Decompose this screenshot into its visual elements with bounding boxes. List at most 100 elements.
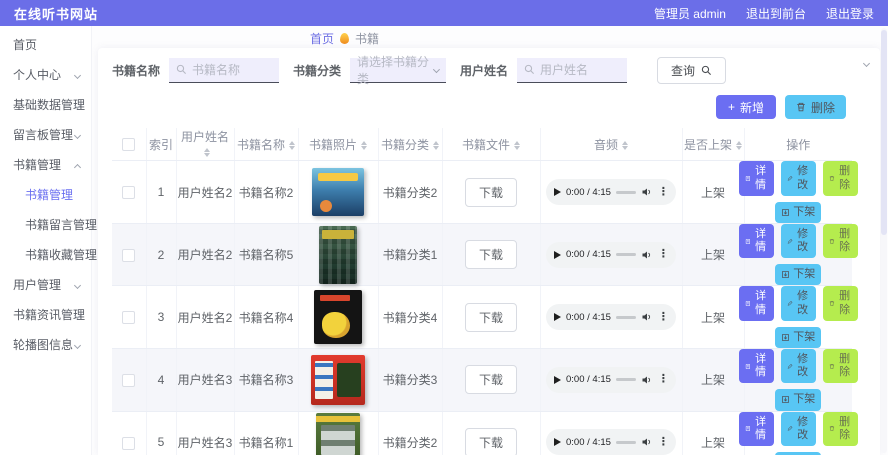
detail-button[interactable]: 详情: [738, 286, 774, 321]
sidebar-subitem[interactable]: 书籍收藏管理: [0, 240, 97, 270]
play-icon[interactable]: [554, 375, 561, 384]
download-button[interactable]: 下载: [464, 240, 517, 270]
column-header-file[interactable]: 书籍文件: [442, 128, 541, 162]
trash-icon: [829, 238, 834, 244]
column-header-user[interactable]: 用户姓名: [176, 128, 235, 162]
audio-menu-icon[interactable]: ⋮: [658, 374, 669, 385]
add-button[interactable]: + 新增: [715, 95, 776, 119]
download-button[interactable]: 下载: [464, 177, 517, 207]
row-checkbox[interactable]: [122, 436, 136, 450]
breadcrumb-home[interactable]: 首页: [310, 30, 334, 47]
sort-caret-icon[interactable]: [514, 138, 520, 153]
sort-caret-icon[interactable]: [361, 138, 367, 153]
logout-link[interactable]: 退出登录: [826, 5, 874, 22]
play-icon[interactable]: [554, 313, 561, 322]
edit-button[interactable]: 修改: [780, 411, 816, 446]
detail-button[interactable]: 详情: [738, 411, 774, 446]
delete-button[interactable]: 删除: [822, 411, 858, 446]
sidebar-item[interactable]: 留言板管理: [0, 120, 91, 150]
sidebar-item[interactable]: 书籍管理: [0, 150, 91, 180]
book-cover-image: [314, 290, 362, 345]
select-all-checkbox[interactable]: [122, 138, 136, 152]
audio-progress-bar[interactable]: [615, 440, 636, 444]
sort-caret-icon[interactable]: [204, 145, 210, 160]
column-header-status[interactable]: 是否上架: [682, 128, 745, 162]
volume-icon[interactable]: [641, 186, 653, 198]
play-icon[interactable]: [554, 188, 561, 197]
detail-button[interactable]: 详情: [738, 349, 774, 384]
edit-button[interactable]: 修改: [780, 161, 816, 196]
sidebar-item[interactable]: 首页: [0, 30, 91, 60]
exit-to-front-link[interactable]: 退出到前台: [746, 5, 806, 22]
user-name-field[interactable]: [540, 62, 621, 77]
scrollbar-thumb[interactable]: [881, 30, 887, 235]
sort-caret-icon[interactable]: [289, 138, 295, 153]
column-header-photo[interactable]: 书籍照片: [298, 128, 379, 162]
column-header-book[interactable]: 书籍名称: [234, 128, 299, 162]
detail-button[interactable]: 详情: [738, 223, 774, 259]
plus-icon: +: [727, 100, 735, 114]
audio-progress-bar[interactable]: [615, 378, 636, 382]
audio-time: 0:00 / 4:15: [566, 249, 611, 261]
column-header-checkbox[interactable]: [112, 128, 147, 162]
detail-button[interactable]: 详情: [738, 161, 774, 196]
category-select[interactable]: 请选择书籍分类: [350, 55, 447, 86]
row-checkbox[interactable]: [122, 373, 136, 387]
offshelf-button[interactable]: 下架: [775, 264, 822, 286]
sidebar-item[interactable]: 个人中心: [0, 60, 91, 90]
sort-caret-icon[interactable]: [433, 138, 439, 153]
offshelf-button[interactable]: 下架: [775, 201, 822, 223]
user-name-input[interactable]: [517, 57, 628, 83]
sidebar-item[interactable]: 轮播图信息: [0, 330, 91, 360]
trash-icon: [829, 301, 834, 307]
sort-caret-icon[interactable]: [736, 138, 742, 153]
book-cover-image: [312, 168, 364, 217]
cell-index: 5: [157, 435, 165, 450]
volume-icon[interactable]: [641, 249, 653, 261]
play-icon[interactable]: [554, 438, 561, 447]
volume-icon[interactable]: [641, 374, 653, 386]
audio-progress-bar[interactable]: [615, 190, 636, 194]
delete-button[interactable]: 删除: [822, 349, 858, 384]
audio-menu-icon[interactable]: ⋮: [658, 186, 669, 198]
book-name-field[interactable]: [192, 62, 273, 77]
edit-button[interactable]: 修改: [780, 223, 816, 259]
offshelf-button[interactable]: 下架: [775, 326, 822, 349]
sidebar-item[interactable]: 书籍资讯管理: [0, 300, 91, 330]
sidebar-item-label: 个人中心: [13, 68, 62, 82]
column-header-category[interactable]: 书籍分类: [378, 128, 443, 162]
bulk-delete-button[interactable]: 删除: [784, 95, 846, 119]
delete-button[interactable]: 删除: [822, 223, 858, 259]
scrollbar-track[interactable]: [881, 28, 887, 453]
audio-menu-icon[interactable]: ⋮: [658, 436, 669, 448]
sidebar-item[interactable]: 用户管理: [0, 270, 91, 300]
audio-progress-bar[interactable]: [615, 253, 636, 257]
volume-icon[interactable]: [641, 311, 653, 323]
download-button[interactable]: 下载: [464, 302, 517, 332]
download-button[interactable]: 下载: [464, 427, 517, 455]
audio-progress-bar[interactable]: [615, 315, 636, 319]
book-name-input[interactable]: [169, 57, 280, 83]
offshelf-button[interactable]: 下架: [775, 389, 822, 411]
edit-button[interactable]: 修改: [780, 349, 816, 384]
sidebar-subitem[interactable]: 书籍留言管理: [0, 210, 97, 240]
row-checkbox[interactable]: [122, 311, 136, 325]
row-checkbox[interactable]: [122, 248, 136, 262]
edit-button[interactable]: 修改: [780, 286, 816, 321]
audio-menu-icon[interactable]: ⋮: [658, 311, 669, 323]
download-button[interactable]: 下载: [464, 365, 517, 395]
delete-button[interactable]: 删除: [822, 161, 858, 196]
sort-caret-icon[interactable]: [622, 138, 628, 153]
sidebar-subitem[interactable]: 书籍管理: [0, 180, 91, 210]
search-button[interactable]: 查询: [657, 56, 727, 84]
column-header-audio[interactable]: 音频: [540, 128, 683, 162]
sidebar-item[interactable]: 基础数据管理: [0, 90, 91, 120]
breadcrumb-book-icon: [340, 32, 350, 44]
volume-icon[interactable]: [641, 436, 653, 448]
audio-menu-icon[interactable]: ⋮: [658, 249, 669, 260]
delete-button[interactable]: 删除: [822, 286, 858, 321]
row-checkbox[interactable]: [122, 186, 136, 200]
book-cover-image: [319, 225, 357, 284]
play-icon[interactable]: [554, 250, 561, 259]
cell-book-category: 书籍分类1: [382, 248, 438, 263]
